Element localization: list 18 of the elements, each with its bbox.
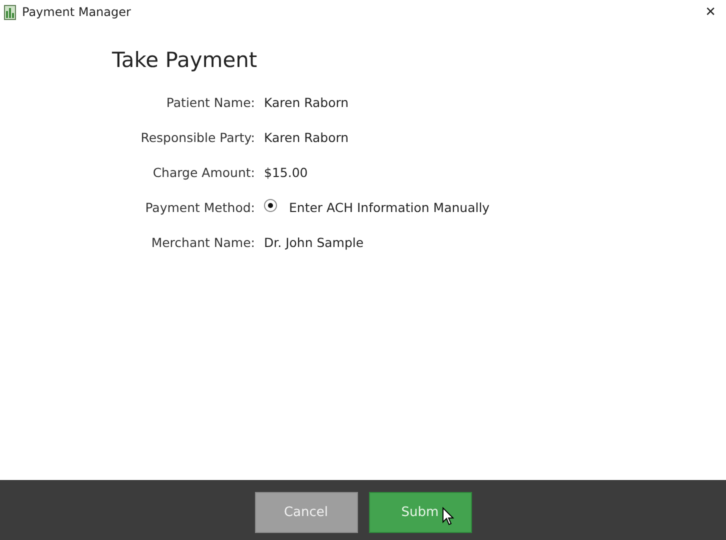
field-label: Charge Amount: [152,164,255,182]
field-label: Patient Name: [165,94,255,112]
field-label: Payment Method: [144,199,255,217]
field-value: Dr. John Sample [264,234,365,252]
field-label: Merchant Name: [150,234,255,252]
close-button[interactable]: ✕ [701,4,720,20]
cursor-icon [442,507,454,526]
page-heading: Take Payment [112,48,258,72]
field-value: $15.00 [264,164,309,182]
radio-label: Enter ACH Information Manually [289,199,490,217]
radio-button[interactable] [264,198,277,212]
field-value: Karen Raborn [264,129,350,147]
cancel-button[interactable]: Cancel [254,492,358,532]
field-value: Karen Raborn [264,94,350,112]
app-icon [4,4,16,20]
submit-button[interactable]: Subm [368,492,472,532]
field-label: Responsible Party: [140,129,255,147]
window-title: Payment Manager [22,5,132,19]
